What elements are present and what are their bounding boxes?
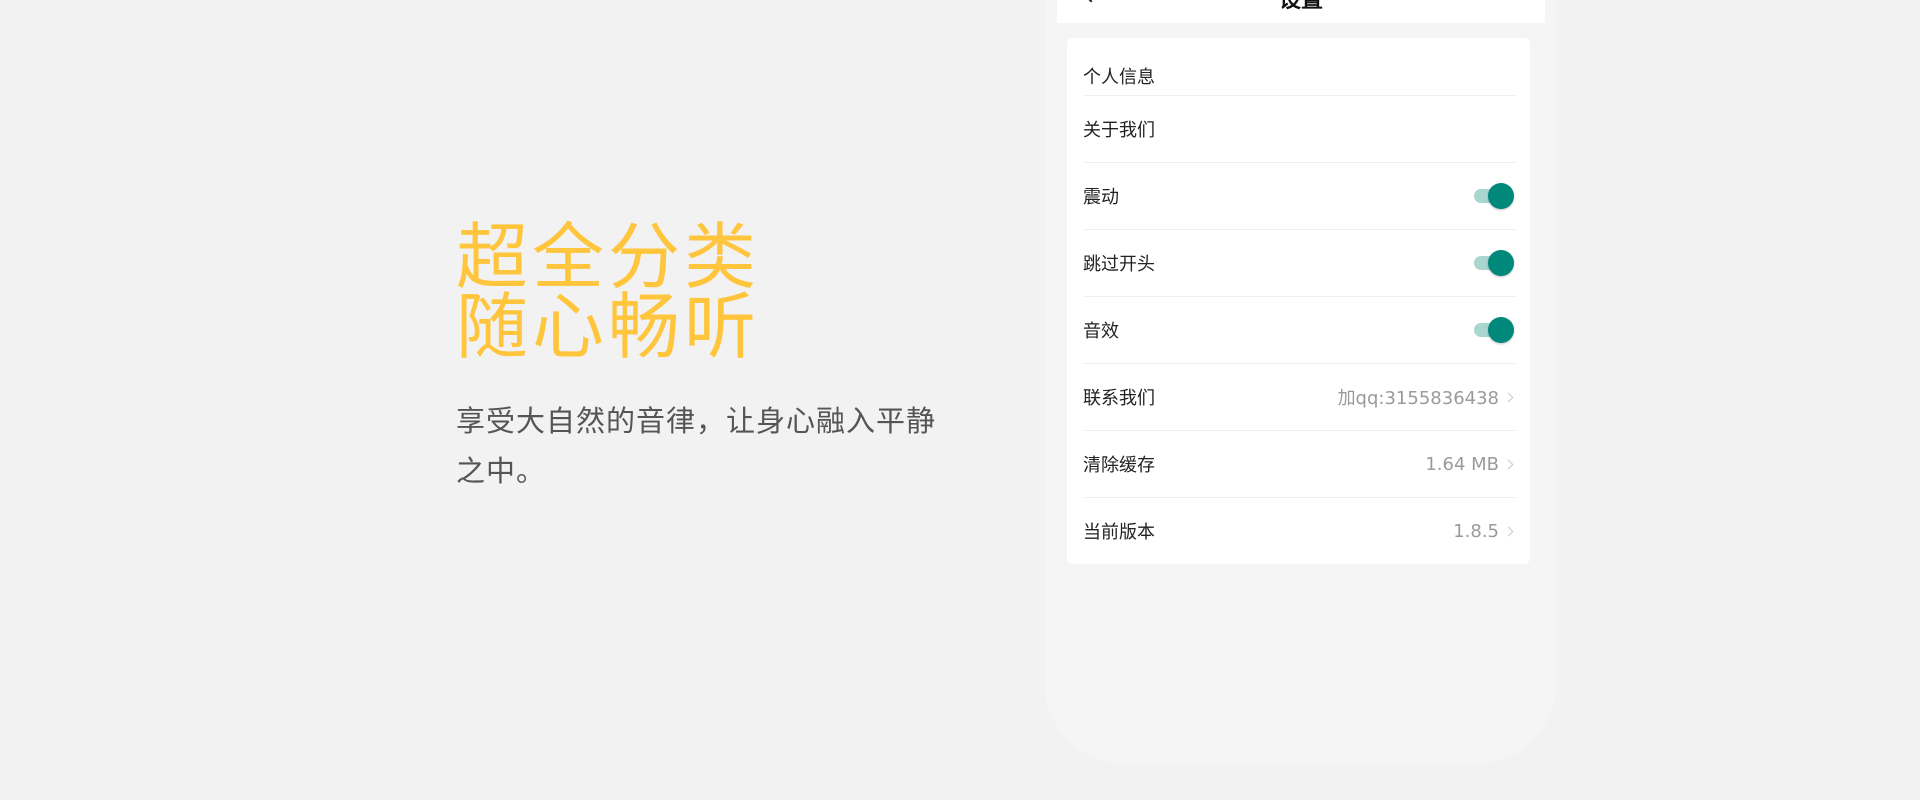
settings-row-about-us[interactable]: 关于我们 [1083, 96, 1516, 163]
chevron-right-icon [1503, 526, 1514, 536]
settings-row-contact-us[interactable]: 联系我们 加qq:3155836438 [1083, 364, 1516, 431]
vibration-toggle[interactable] [1474, 183, 1514, 209]
settings-row-personal-info[interactable]: 个人信息 [1083, 38, 1516, 96]
settings-row-label: 关于我们 [1083, 120, 1155, 141]
skip-intro-toggle[interactable] [1474, 250, 1514, 276]
promo-headline-line2: 随心畅听 [456, 285, 761, 369]
toggle-knob [1488, 317, 1514, 343]
chevron-right-icon [1503, 459, 1514, 469]
promo-section: 超全分类 随心畅听 享受大自然的音律，让身心融入平静之中。 [456, 215, 976, 496]
settings-row-current-version[interactable]: 当前版本 1.8.5 [1083, 498, 1516, 564]
screen: 超全分类 随心畅听 享受大自然的音律，让身心融入平静之中。 设置 个人信息 关于… [0, 0, 1920, 800]
settings-row-label: 个人信息 [1083, 67, 1155, 88]
settings-row-right: 1.8.5 [1453, 521, 1516, 542]
settings-row-right: 加qq:3155836438 [1338, 384, 1516, 410]
settings-row-sound-effects: 音效 [1083, 297, 1516, 364]
settings-row-clear-cache[interactable]: 清除缓存 1.64 MB [1083, 431, 1516, 498]
settings-row-label: 清除缓存 [1083, 455, 1155, 476]
settings-top-bar: 设置 [1057, 0, 1545, 23]
settings-row-label: 震动 [1083, 187, 1119, 208]
settings-row-label: 音效 [1083, 321, 1119, 342]
settings-row-right: 1.64 MB [1425, 454, 1516, 475]
sound-effects-toggle[interactable] [1474, 317, 1514, 343]
settings-list: 个人信息 关于我们 震动 跳过开头 音效 联系我们 加qq:3155836438… [1067, 38, 1530, 564]
phone-mockup: 设置 个人信息 关于我们 震动 跳过开头 音效 联系我们 加qq:3155836… [1045, 0, 1556, 764]
settings-row-vibration: 震动 [1083, 163, 1516, 230]
promo-subtext: 享受大自然的音律，让身心融入平静之中。 [456, 404, 937, 488]
toggle-knob [1488, 250, 1514, 276]
settings-row-label: 当前版本 [1083, 522, 1155, 543]
contact-value: 加qq:3155836438 [1337, 388, 1499, 409]
settings-row-label: 联系我们 [1083, 388, 1155, 409]
settings-row-skip-intro: 跳过开头 [1083, 230, 1516, 297]
cache-size-value: 1.64 MB [1425, 453, 1499, 475]
toggle-knob [1488, 183, 1514, 209]
version-value: 1.8.5 [1453, 520, 1499, 542]
promo-headline-line1: 超全分类 [456, 215, 761, 299]
settings-title: 设置 [1278, 0, 1323, 13]
chevron-right-icon [1503, 392, 1514, 402]
promo-headline: 超全分类 随心畅听 [456, 215, 976, 369]
settings-row-label: 跳过开头 [1083, 254, 1155, 275]
